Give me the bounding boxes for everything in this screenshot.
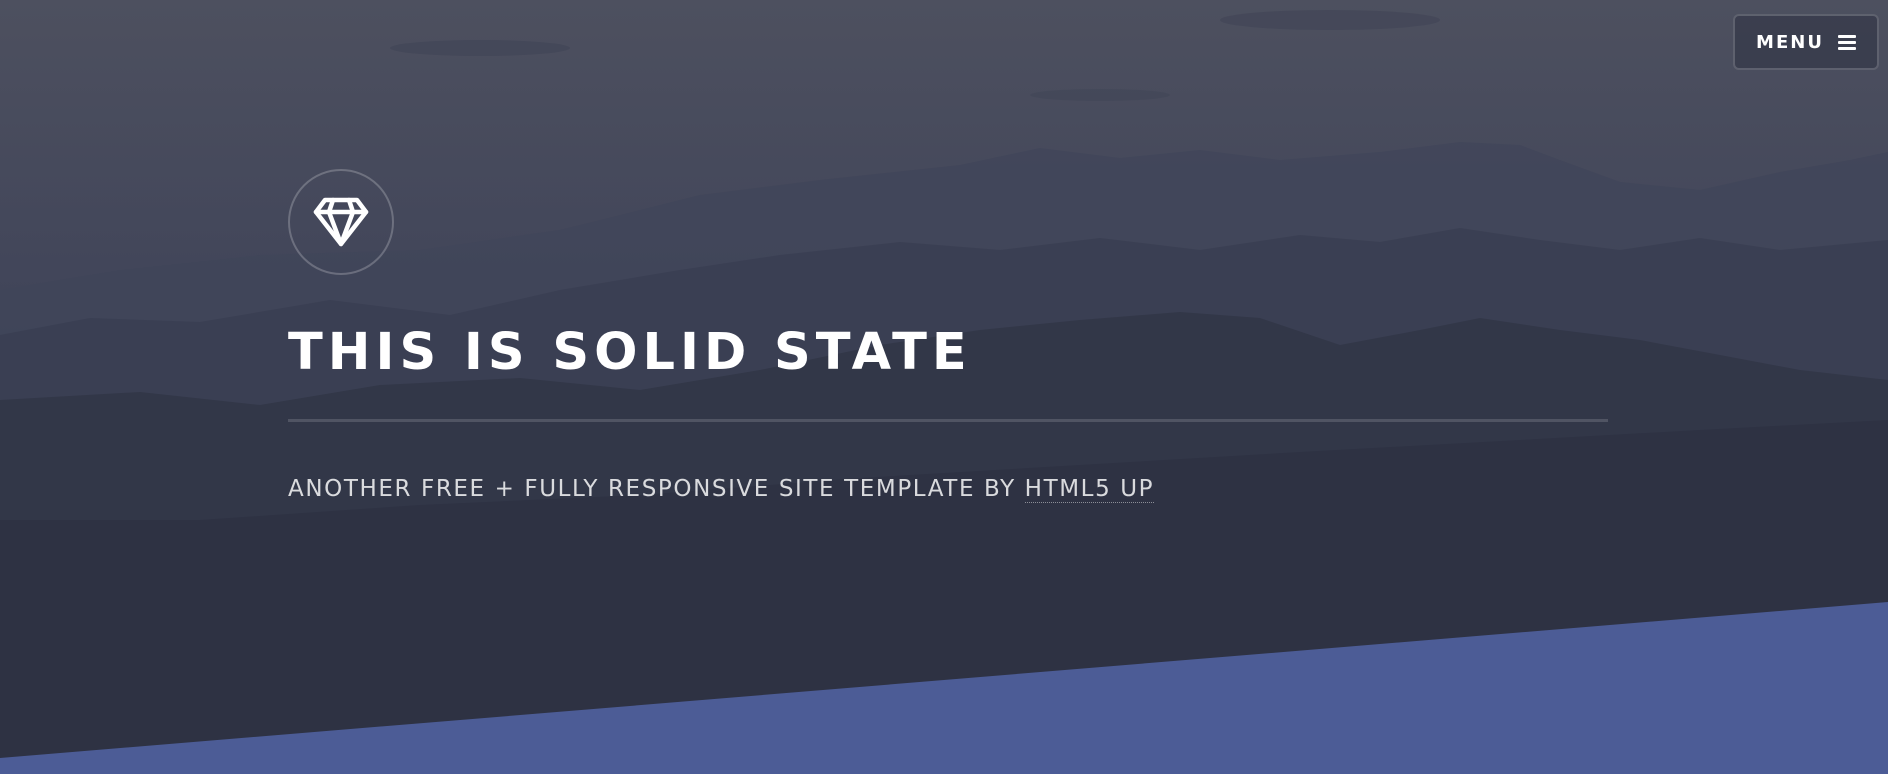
site-title: THIS IS SOLID STATE: [288, 323, 972, 382]
logo: [288, 169, 394, 275]
mountain-background: [0, 0, 1888, 774]
menu-button[interactable]: MENU: [1733, 14, 1879, 70]
menu-label: MENU: [1756, 31, 1824, 53]
landing-page: MENU THIS IS SOLID STATE ANOTHER FREE + …: [0, 0, 1888, 774]
title-divider: [288, 419, 1608, 422]
diamond-icon: [313, 197, 369, 247]
tagline-text: ANOTHER FREE + FULLY RESPONSIVE SITE TEM…: [288, 476, 1025, 502]
hamburger-icon: [1837, 34, 1856, 50]
tagline: ANOTHER FREE + FULLY RESPONSIVE SITE TEM…: [288, 470, 1155, 508]
html5up-link[interactable]: HTML5 UP: [1024, 476, 1155, 503]
